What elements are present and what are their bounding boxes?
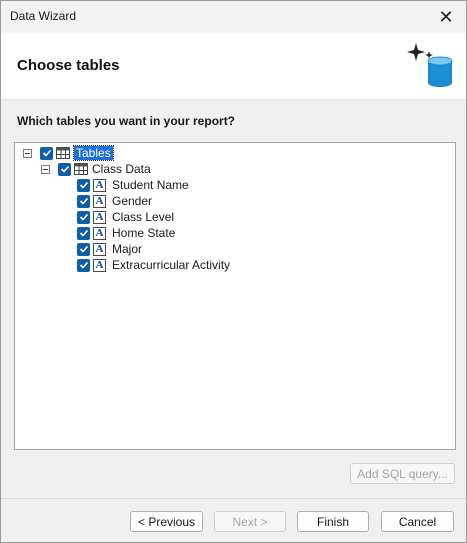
title-bar: Data Wizard ✕ (1, 1, 466, 33)
collapse-toggle-icon[interactable] (41, 164, 50, 174)
tree-field-item[interactable]: A Student Name (77, 177, 189, 193)
text-field-icon: A (93, 194, 106, 208)
tree-field-label[interactable]: Gender (112, 194, 152, 208)
checkmark-icon (79, 213, 88, 221)
window-title: Data Wizard (10, 9, 77, 23)
tree-field-label[interactable]: Student Name (112, 178, 189, 192)
tree-field-item[interactable]: A Extracurricular Activity (77, 257, 230, 273)
next-button[interactable]: Next > (214, 511, 286, 532)
tree-field-item[interactable]: A Gender (77, 193, 152, 209)
page-title: Choose tables (17, 57, 120, 74)
collapse-toggle-icon[interactable] (23, 148, 32, 158)
tree-field-label[interactable]: Major (112, 242, 142, 256)
checkmark-icon (79, 197, 88, 205)
text-field-icon: A (93, 226, 106, 240)
tree-node-root[interactable]: Tables (23, 145, 114, 161)
checkbox-field[interactable] (77, 210, 90, 224)
checkbox-table[interactable] (58, 162, 71, 176)
tree-label-root[interactable]: Tables (73, 145, 114, 161)
tree-field-item[interactable]: A Home State (77, 225, 175, 241)
tables-tree[interactable]: Tables Class Data A Student Name A Gende… (14, 142, 456, 450)
footer-divider (1, 498, 466, 499)
checkbox-field[interactable] (77, 242, 90, 256)
tree-field-item[interactable]: A Class Level (77, 209, 174, 225)
checkmark-icon (42, 149, 51, 157)
checkbox-field[interactable] (77, 258, 90, 272)
tree-node-table[interactable]: Class Data (41, 161, 151, 177)
add-sql-query-button[interactable]: Add SQL query... (350, 463, 455, 484)
close-icon[interactable]: ✕ (426, 1, 466, 33)
tree-field-label[interactable]: Home State (112, 226, 175, 240)
checkmark-icon (79, 181, 88, 189)
checkmark-icon (79, 245, 88, 253)
checkbox-field[interactable] (77, 178, 90, 192)
text-field-icon: A (93, 242, 106, 256)
checkbox-field[interactable] (77, 226, 90, 240)
checkmark-icon (79, 261, 88, 269)
checkbox-root[interactable] (40, 146, 53, 160)
tree-field-label[interactable]: Class Level (112, 210, 174, 224)
tree-field-label[interactable]: Extracurricular Activity (112, 258, 230, 272)
table-grid-icon (56, 147, 70, 159)
tree-label-table[interactable]: Class Data (92, 162, 151, 176)
checkbox-field[interactable] (77, 194, 90, 208)
checkmark-icon (79, 229, 88, 237)
previous-button[interactable]: < Previous (130, 511, 203, 532)
wizard-header: Choose tables (1, 33, 466, 100)
text-field-icon: A (93, 258, 106, 272)
finish-button[interactable]: Finish (297, 511, 369, 532)
cancel-button[interactable]: Cancel (381, 511, 454, 532)
tree-field-item[interactable]: A Major (77, 241, 142, 257)
database-sparkle-icon (407, 43, 453, 87)
data-wizard-window: Data Wizard ✕ Choose tables Which tables… (0, 0, 467, 543)
table-grid-icon (74, 163, 88, 175)
text-field-icon: A (93, 210, 106, 224)
prompt-label: Which tables you want in your report? (17, 114, 236, 128)
text-field-icon: A (93, 178, 106, 192)
checkmark-icon (60, 165, 69, 173)
